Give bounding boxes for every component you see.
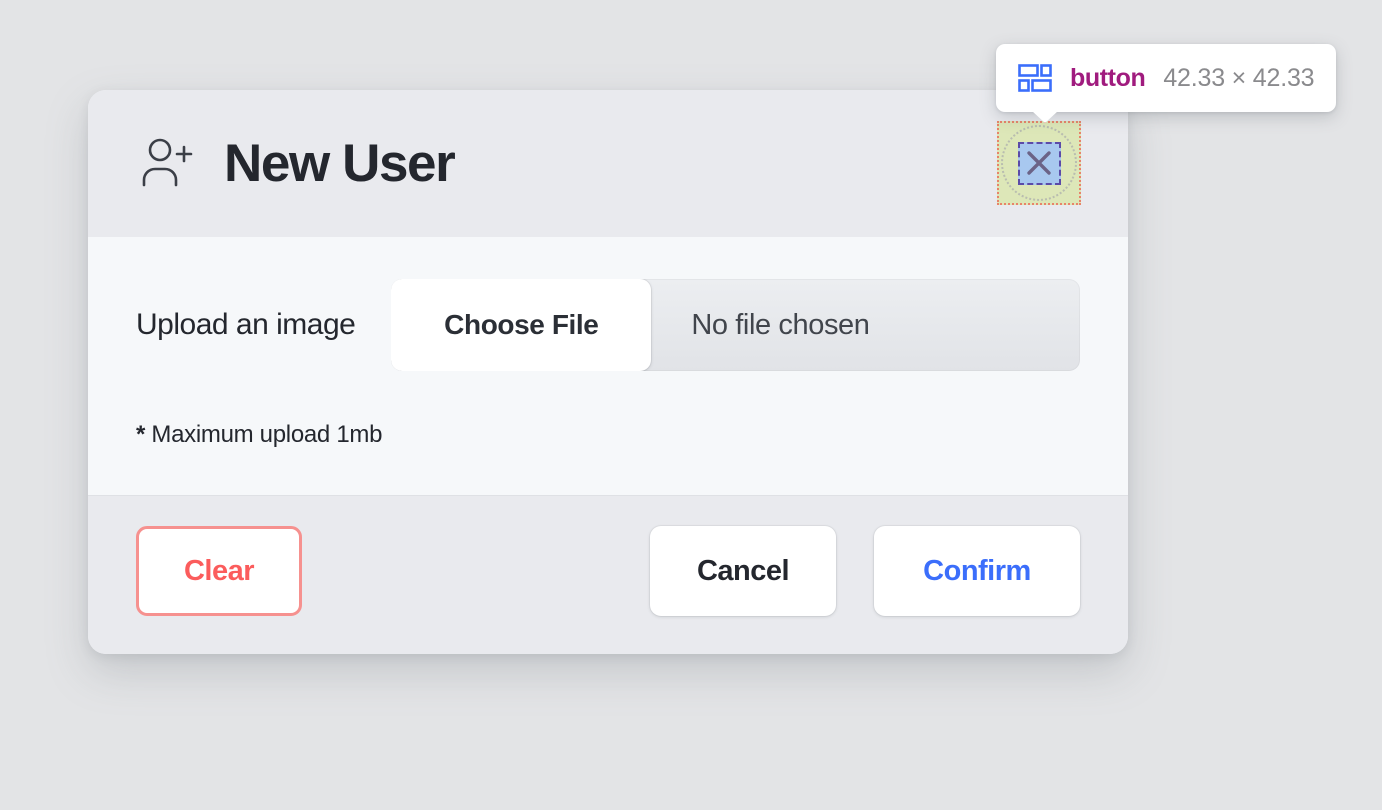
modal-footer: Clear Cancel Confirm bbox=[88, 495, 1128, 654]
modal-header: New User bbox=[88, 90, 1128, 237]
choose-file-button[interactable]: Choose File bbox=[391, 279, 652, 371]
upload-image-label: Upload an image bbox=[136, 308, 356, 341]
clear-button[interactable]: Clear bbox=[136, 526, 302, 616]
element-inspector-tooltip: button 42.33 × 42.33 bbox=[996, 44, 1337, 123]
inspector-element-tag: button bbox=[1070, 63, 1146, 92]
element-highlight-box bbox=[997, 121, 1081, 205]
user-add-icon bbox=[136, 133, 198, 195]
file-name-text: No file chosen bbox=[691, 308, 870, 341]
modal-header-left: New User bbox=[136, 133, 456, 195]
upload-note-text: Maximum upload 1mb bbox=[145, 421, 383, 448]
layout-icon bbox=[1018, 64, 1052, 92]
close-button[interactable] bbox=[1017, 141, 1061, 185]
cancel-button[interactable]: Cancel bbox=[650, 526, 836, 616]
upload-note: * Maximum upload 1mb bbox=[136, 421, 1080, 449]
upload-note-asterisk: * bbox=[136, 421, 146, 448]
upload-row: Upload an image Choose File No file chos… bbox=[136, 279, 1080, 371]
inspector-element-dimensions: 42.33 × 42.33 bbox=[1163, 63, 1315, 92]
modal-body: Upload an image Choose File No file chos… bbox=[88, 237, 1128, 495]
new-user-modal: New User Upload an image Choose File No … bbox=[88, 90, 1128, 654]
page-title: New User bbox=[224, 134, 456, 193]
file-input[interactable]: Choose File No file chosen bbox=[391, 279, 1080, 371]
confirm-button[interactable]: Confirm bbox=[874, 526, 1080, 616]
